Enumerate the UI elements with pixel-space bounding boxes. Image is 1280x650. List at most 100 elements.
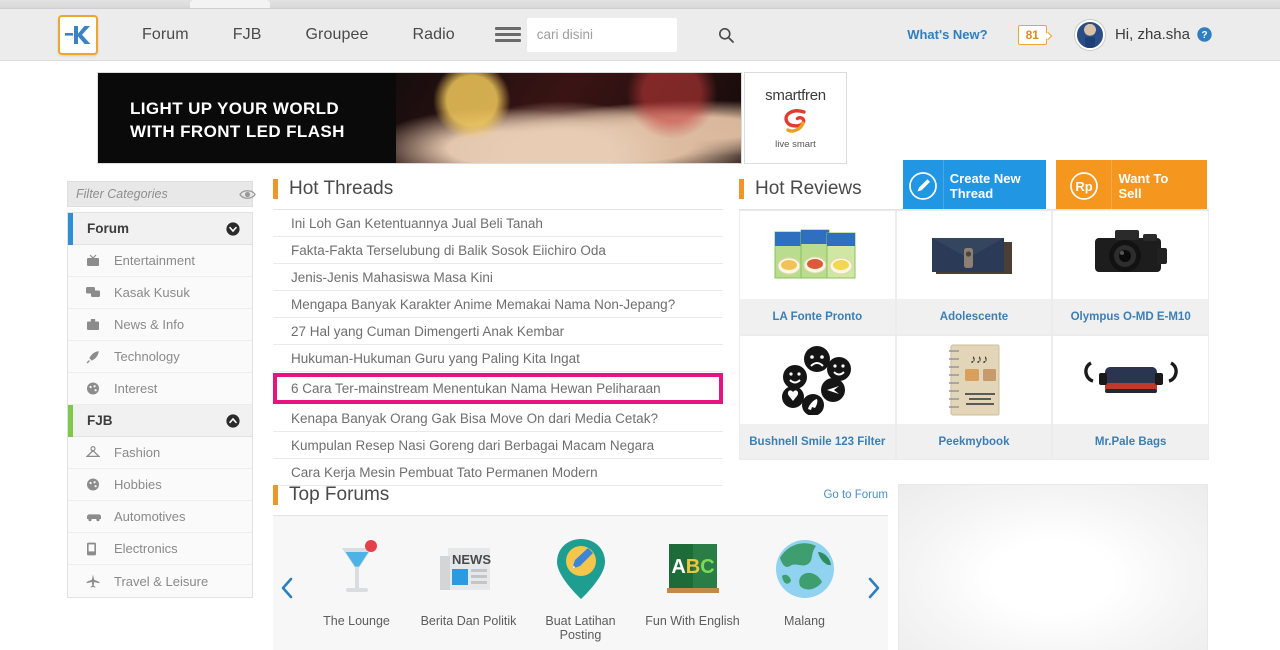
category-group-forum[interactable]: Forum	[68, 212, 252, 245]
top-forum-label: Buat Latihan Posting	[545, 614, 616, 642]
thread-row[interactable]: Hukuman-Hukuman Guru yang Paling Kita In…	[273, 345, 723, 372]
thread-title: Mengapa Banyak Karakter Anime Memakai Na…	[291, 296, 676, 312]
top-forums-carousel: The Lounge NEWS Berita Dan Politik Buat …	[273, 515, 888, 650]
top-forum-item-malang[interactable]: Malang	[749, 534, 861, 628]
thread-title: Fakta-Fakta Terselubung di Balik Sosok E…	[291, 242, 606, 258]
thread-title: Kumpulan Resep Nasi Goreng dari Berbagai…	[291, 437, 655, 453]
smartfren-logo-panel[interactable]: smartfren live smart	[744, 72, 847, 164]
thread-row[interactable]: Ini Loh Gan Ketentuannya Jual Beli Tanah	[273, 210, 723, 237]
review-card[interactable]: Mr.Pale Bags	[1052, 335, 1209, 460]
hot-reviews-title: Hot Reviews	[755, 178, 862, 199]
sidebar-item-fashion[interactable]: Fashion	[68, 437, 252, 469]
nav-link-groupee[interactable]: Groupee	[283, 26, 390, 44]
thread-row[interactable]: Kumpulan Resep Nasi Goreng dari Berbagai…	[273, 432, 723, 459]
svg-text:♪♪♪: ♪♪♪	[970, 352, 988, 366]
review-card[interactable]: Bushnell Smile 123 Filter	[739, 335, 896, 460]
top-forum-label: Fun With English	[645, 614, 740, 628]
sidebar-item-automotives[interactable]: Automotives	[68, 501, 252, 533]
globe-icon	[774, 534, 836, 604]
banner-row: LIGHT UP YOUR WORLD WITH FRONT LED FLASH…	[0, 70, 1280, 212]
review-card[interactable]: Olympus O-MD E-M10	[1052, 210, 1209, 335]
group-label-fjb: FJB	[87, 413, 113, 428]
top-forums-header: Top Forums Go to Forum	[273, 484, 888, 506]
review-name: Bushnell Smile 123 Filter	[740, 424, 895, 459]
thread-row[interactable]: Fakta-Fakta Terselubung di Balik Sosok E…	[273, 237, 723, 264]
avatar[interactable]	[1074, 19, 1105, 50]
nav-link-radio[interactable]: Radio	[390, 26, 476, 44]
chevron-right-icon[interactable]	[861, 577, 889, 599]
sidebar-item-kasak-kusuk[interactable]: Kasak Kusuk	[68, 277, 252, 309]
review-name: LA Fonte Pronto	[740, 299, 895, 334]
thread-row[interactable]: 27 Hal yang Cuman Dimengerti Anak Kembar	[273, 318, 723, 345]
review-card[interactable]: ♪♪♪ Peekmybook	[895, 335, 1053, 460]
thread-title: Cara Kerja Mesin Pembuat Tato Permanen M…	[291, 464, 598, 480]
airplane-icon	[86, 574, 110, 588]
newspaper-icon: NEWS	[438, 534, 500, 604]
smartfren-tagline: live smart	[775, 138, 816, 150]
sidebar-item-technology[interactable]: Technology	[68, 341, 252, 373]
chevron-down-circle-icon[interactable]	[226, 221, 240, 236]
browser-chrome-strip	[0, 0, 1280, 9]
thread-row[interactable]: Cara Kerja Mesin Pembuat Tato Permanen M…	[273, 459, 723, 486]
briefcase-icon	[86, 318, 110, 331]
top-forum-item-fun-with-english[interactable]: ABC Fun With English	[637, 534, 749, 628]
browser-tab[interactable]	[190, 0, 270, 8]
notification-badge[interactable]: 81	[1017, 24, 1053, 45]
chevron-left-icon[interactable]	[273, 577, 301, 599]
sidebar-label: Travel & Leisure	[114, 573, 209, 589]
top-forum-item-the-lounge[interactable]: The Lounge	[301, 534, 413, 628]
review-name: Mr.Pale Bags	[1053, 424, 1208, 459]
whats-new-link[interactable]: What's New?	[907, 27, 987, 42]
kaskus-logo[interactable]	[58, 14, 98, 55]
review-card[interactable]: Adolescente	[895, 210, 1053, 335]
filter-categories-bar[interactable]	[67, 181, 256, 207]
sidebar-item-news-info[interactable]: News & Info	[68, 309, 252, 341]
filter-categories-input[interactable]	[76, 187, 239, 201]
search-input[interactable]	[536, 27, 714, 42]
thread-row[interactable]: Jenis-Jenis Mahasiswa Masa Kini	[273, 264, 723, 291]
navy-wallet-image	[897, 211, 1052, 299]
advertisement-banner[interactable]: LIGHT UP YOUR WORLD WITH FRONT LED FLASH	[97, 72, 742, 164]
search-icon[interactable]	[718, 27, 734, 43]
thread-title: Hukuman-Hukuman Guru yang Paling Kita In…	[291, 350, 580, 366]
sidebar-item-electronics[interactable]: Electronics	[68, 533, 252, 565]
pasta-boxes-image	[740, 211, 895, 299]
username-greeting[interactable]: Hi, zha.sha	[1115, 26, 1190, 43]
help-circle-icon[interactable]: ?	[1197, 27, 1212, 42]
nav-link-fjb[interactable]: FJB	[211, 26, 284, 44]
ad-photo-image	[396, 73, 741, 163]
ad-headline: LIGHT UP YOUR WORLD WITH FRONT LED FLASH	[130, 97, 345, 143]
section-accent-mark	[739, 179, 744, 199]
hamburger-icon[interactable]	[494, 27, 521, 42]
palette-icon	[86, 382, 110, 395]
review-card[interactable]: LA Fonte Pronto	[739, 210, 896, 335]
thread-row[interactable]: Kenapa Banyak Orang Gak Bisa Move On dar…	[273, 405, 723, 432]
top-forum-label: Malang	[784, 614, 825, 628]
sidebar-item-entertainment[interactable]: Entertainment	[68, 245, 252, 277]
nav-link-forum[interactable]: Forum	[120, 26, 211, 44]
review-name: Olympus O-MD E-M10	[1053, 299, 1208, 334]
eye-icon[interactable]	[239, 188, 256, 201]
chevron-up-circle-icon[interactable]	[226, 413, 240, 428]
side-advertisement-placeholder[interactable]	[898, 484, 1208, 650]
cocktail-glass-icon	[329, 534, 385, 604]
hot-threads-header: Hot Threads	[273, 178, 723, 200]
group-accent-bar-fjb	[68, 404, 73, 437]
group-label-forum: Forum	[87, 221, 129, 236]
sidebar-item-interest[interactable]: Interest	[68, 373, 252, 405]
top-forum-item-berita-dan-politik[interactable]: NEWS Berita Dan Politik	[413, 534, 525, 628]
thread-row-highlighted[interactable]: 6 Cara Ter-mainstream Menentukan Nama He…	[273, 373, 723, 404]
category-group-fjb[interactable]: FJB	[68, 404, 252, 437]
search-box[interactable]	[526, 17, 734, 52]
smartfren-brand-name: smartfren	[765, 86, 826, 104]
sidebar-label: Entertainment	[114, 253, 195, 268]
section-accent-mark	[273, 179, 278, 199]
sidebar-label: Technology	[114, 349, 180, 364]
chat-bubbles-icon	[86, 286, 110, 299]
sidebar-item-hobbies[interactable]: Hobbies	[68, 469, 252, 501]
thread-row[interactable]: Mengapa Banyak Karakter Anime Memakai Na…	[273, 291, 723, 318]
top-forum-item-buat-latihan-posting[interactable]: Buat Latihan Posting	[525, 534, 637, 642]
palette-icon	[86, 478, 110, 491]
go-to-forum-link[interactable]: Go to Forum	[823, 489, 888, 501]
sidebar-item-travel-leisure[interactable]: Travel & Leisure	[68, 565, 252, 597]
